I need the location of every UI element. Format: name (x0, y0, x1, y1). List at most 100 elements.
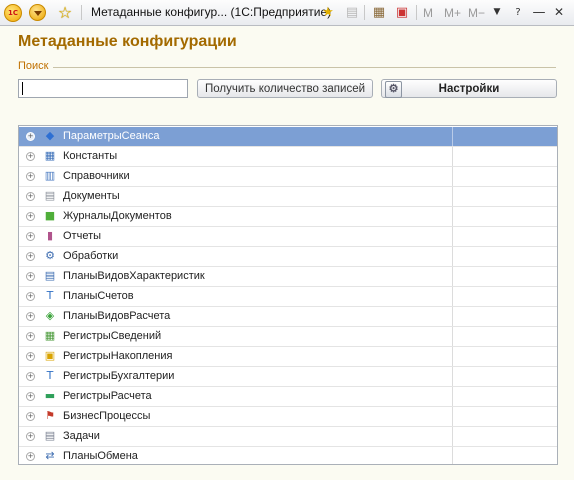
expand-plus-icon[interactable]: + (26, 212, 35, 221)
tree-row[interactable]: + ▦ РегистрыСведений (19, 327, 557, 347)
charts-of-accounts-icon: Т (46, 289, 54, 302)
expand-plus-icon[interactable]: + (26, 352, 35, 361)
tree-row[interactable]: + ◆ ПараметрыСеанса (19, 127, 557, 147)
expand-plus-icon[interactable]: + (26, 452, 35, 461)
expand-plus-icon[interactable]: + (26, 172, 35, 181)
metadata-tree[interactable]: + ◆ ПараметрыСеанса + ▦ Константы + ▥ Справочник… (18, 125, 558, 465)
app-logo-text: 1С (7, 9, 18, 17)
tree-row-label: ПланыВидовРасчета (63, 310, 171, 322)
memory-minus-button[interactable]: M− (468, 4, 485, 21)
column-divider (452, 167, 453, 186)
tree-row-label: ПараметрыСеанса (63, 130, 160, 142)
characteristic-types-icon: ▤ (44, 269, 56, 282)
information-registers-icon: ▦ (44, 329, 56, 342)
tasks-icon: ▤ (44, 429, 56, 442)
expand-plus-icon[interactable]: + (26, 392, 35, 401)
tree-row-label: ЖурналыДокументов (63, 210, 172, 222)
tree-row-label: Документы (63, 190, 120, 202)
tree-row-label: Отчеты (63, 230, 102, 242)
tree-row[interactable]: + Т ПланыСчетов (19, 287, 557, 307)
search-group-label: Поиск (18, 60, 49, 72)
column-divider (452, 407, 453, 426)
page-title: Метаданные конфигурации (18, 33, 237, 50)
favorites-star-icon[interactable]: ☆ (56, 3, 74, 22)
exchange-plans-icon: ⇄ (45, 449, 55, 462)
accounting-registers-icon: Т (46, 369, 54, 382)
constants-icon: ▦ (44, 149, 56, 162)
tree-row-label: ПланыОбмена (63, 450, 138, 462)
print-icon[interactable]: ▤ (344, 4, 360, 20)
expand-plus-icon[interactable]: + (26, 232, 35, 241)
column-divider (452, 227, 453, 246)
tree-row-label: Задачи (63, 430, 100, 442)
tree-row[interactable]: + ⚙ Обработки (19, 247, 557, 267)
expand-plus-icon[interactable]: + (26, 332, 35, 341)
tree-rows: + ◆ ПараметрыСеанса + ▦ Константы + ▥ Справочник… (19, 127, 557, 464)
column-divider (452, 247, 453, 266)
help-icon[interactable]: ? (510, 4, 526, 20)
calculator-icon[interactable]: ▦ (371, 4, 387, 20)
tree-row[interactable]: + ▣ РегистрыНакопления (19, 347, 557, 367)
app-logo-icon[interactable]: 1С (4, 4, 22, 22)
tree-row[interactable]: + ◈ ПланыВидовРасчета (19, 307, 557, 327)
close-icon[interactable]: ✕ (551, 4, 567, 20)
expand-plus-icon[interactable]: + (26, 372, 35, 381)
tree-row-label: РегистрыСведений (63, 330, 162, 342)
settings-button[interactable]: ⚙ Настройки (381, 79, 557, 98)
document-journals-icon: ■ (44, 209, 56, 222)
expand-plus-icon[interactable]: + (26, 252, 35, 261)
tree-row[interactable]: + ▤ Задачи (19, 427, 557, 447)
reports-icon: ▮ (46, 229, 54, 242)
tree-row[interactable]: + ▮ Отчеты (19, 227, 557, 247)
memory-button[interactable]: M (423, 4, 433, 21)
settings-gear-icon: ⚙ (385, 81, 402, 98)
expand-plus-icon[interactable]: + (26, 272, 35, 281)
column-divider (452, 267, 453, 286)
tree-row[interactable]: + ▦ Константы (19, 147, 557, 167)
column-divider (452, 127, 453, 146)
column-divider (452, 187, 453, 206)
documents-icon: ▤ (44, 189, 56, 202)
tree-row[interactable]: + ⚑ БизнесПроцессы (19, 407, 557, 427)
column-divider (452, 147, 453, 166)
search-input[interactable] (18, 79, 188, 98)
calendar-icon[interactable]: ▣ (394, 4, 410, 20)
expand-plus-icon[interactable]: + (26, 292, 35, 301)
accumulation-registers-icon: ▣ (44, 349, 56, 362)
minimize-icon[interactable]: — (531, 4, 547, 20)
column-divider (452, 387, 453, 406)
tree-row[interactable]: + ▥ Справочники (19, 167, 557, 187)
get-record-count-button[interactable]: Получить количество записей (197, 79, 373, 98)
toolbar-separator (81, 5, 82, 20)
expand-plus-icon[interactable]: + (26, 312, 35, 321)
expand-plus-icon[interactable]: + (26, 432, 35, 441)
expand-plus-icon[interactable]: + (26, 412, 35, 421)
get-record-count-label: Получить количество записей (204, 82, 366, 95)
column-divider (452, 347, 453, 366)
tree-row-label: РегистрыРасчета (63, 390, 152, 402)
chevron-down-icon[interactable]: ▼ (489, 4, 505, 20)
column-divider (452, 327, 453, 346)
tree-row[interactable]: + Т РегистрыБухгалтерии (19, 367, 557, 387)
column-divider (452, 307, 453, 326)
main-menu-button[interactable] (29, 4, 46, 21)
memory-plus-button[interactable]: M+ (444, 4, 461, 21)
column-divider (452, 367, 453, 386)
settings-label: Настройки (438, 82, 500, 95)
expand-plus-icon[interactable]: + (26, 152, 35, 161)
tree-row[interactable]: + ▤ Документы (19, 187, 557, 207)
tree-row-label: РегистрыБухгалтерии (63, 370, 175, 382)
tree-row[interactable]: + ▤ ПланыВидовХарактеристик (19, 267, 557, 287)
add-favorite-icon[interactable]: ★ (320, 4, 336, 20)
column-divider (452, 447, 453, 464)
window-title: Метаданные конфигур... (1С:Предприятие) (91, 5, 332, 19)
calculation-registers-icon: ▬ (44, 389, 56, 402)
toolbar-separator (416, 5, 417, 20)
column-divider (452, 207, 453, 226)
expand-plus-icon[interactable]: + (26, 192, 35, 201)
tree-row[interactable]: + ■ ЖурналыДокументов (19, 207, 557, 227)
tree-row[interactable]: + ⇄ ПланыОбмена (19, 447, 557, 464)
tree-row[interactable]: + ▬ РегистрыРасчета (19, 387, 557, 407)
tree-row-label: Справочники (63, 170, 130, 182)
expand-plus-icon[interactable]: + (26, 132, 35, 141)
